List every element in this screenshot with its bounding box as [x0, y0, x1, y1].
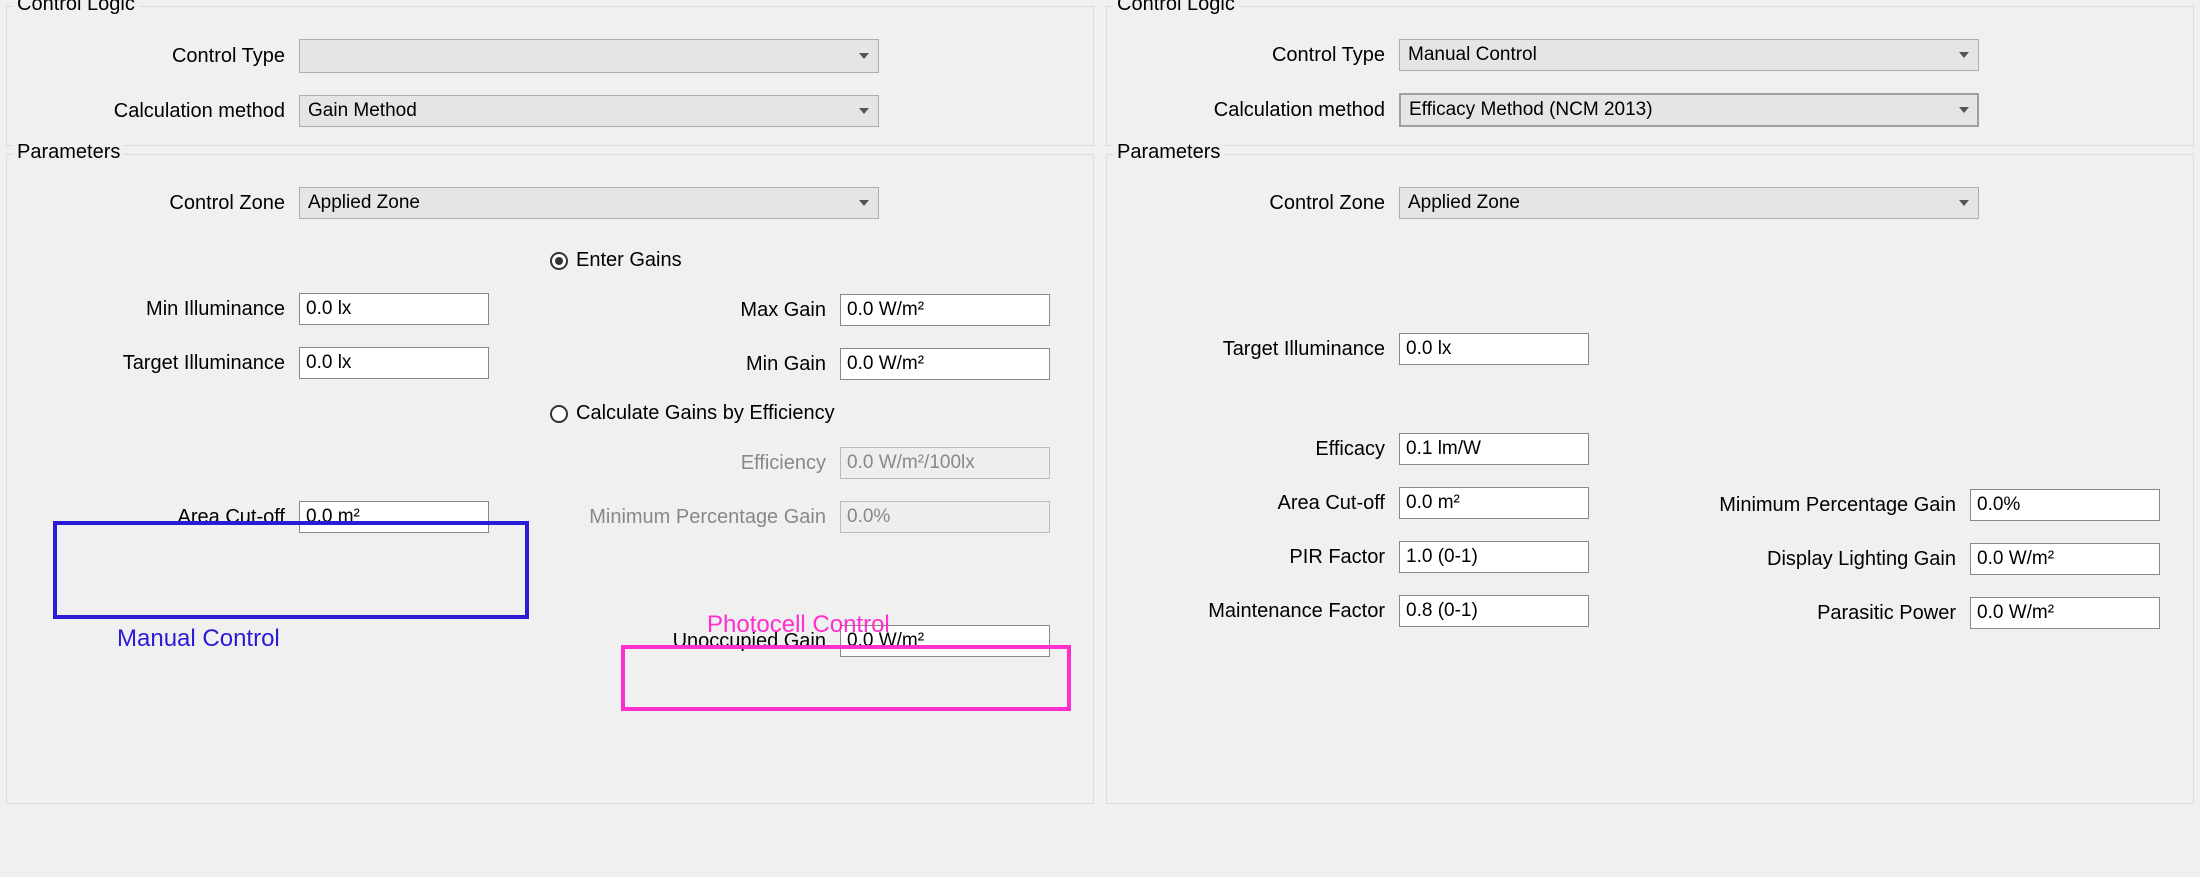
group-title-control-logic-left: Control Logic	[13, 0, 139, 16]
calc-method-label-left: Calculation method	[19, 100, 299, 123]
efficiency-label: Efficiency	[550, 452, 840, 475]
min-pct-gain-label-left: Minimum Percentage Gain	[550, 506, 840, 529]
target-illum-label-right: Target Illuminance	[1119, 338, 1399, 361]
group-parameters-left: Parameters Control Zone Applied Zone Min…	[6, 154, 1094, 804]
pir-label: PIR Factor	[1119, 546, 1399, 569]
radio-calc-eff-label: Calculate Gains by Efficiency	[576, 402, 835, 425]
min-gain-input[interactable]	[840, 348, 1050, 380]
radio-enter-gains[interactable]	[550, 252, 568, 270]
annotation-label-photocell-control: Photocell Control	[707, 611, 890, 639]
annotation-label-manual-control: Manual Control	[117, 625, 280, 653]
control-zone-value-right[interactable]: Applied Zone	[1399, 187, 1979, 219]
calc-method-select-right[interactable]: Efficacy Method (NCM 2013)	[1399, 93, 1979, 127]
group-control-logic-left: Control Logic Control Type Calculation m…	[6, 6, 1094, 146]
calc-method-label-right: Calculation method	[1119, 99, 1399, 122]
max-gain-label: Max Gain	[550, 299, 840, 322]
efficacy-label: Efficacy	[1119, 438, 1399, 461]
parasitic-label: Parasitic Power	[1650, 602, 1970, 625]
min-pct-gain-input-right[interactable]	[1970, 489, 2160, 521]
area-cutoff-input-right[interactable]	[1399, 487, 1589, 519]
min-pct-gain-label-right: Minimum Percentage Gain	[1650, 494, 1970, 517]
left-panel: Control Logic Control Type Calculation m…	[0, 0, 1100, 877]
control-zone-label-left: Control Zone	[19, 192, 299, 215]
group-title-control-logic-right: Control Logic	[1113, 0, 1239, 16]
group-parameters-right: Parameters Control Zone Applied Zone Tar…	[1106, 154, 2194, 804]
efficacy-input[interactable]	[1399, 433, 1589, 465]
maint-label: Maintenance Factor	[1119, 600, 1399, 623]
control-zone-value-left[interactable]: Applied Zone	[299, 187, 879, 219]
calc-method-value-right[interactable]: Efficacy Method (NCM 2013)	[1399, 93, 1979, 127]
display-light-label: Display Lighting Gain	[1650, 548, 1970, 571]
group-control-logic-right: Control Logic Control Type Manual Contro…	[1106, 6, 2194, 146]
max-gain-input[interactable]	[840, 294, 1050, 326]
min-gain-label: Min Gain	[550, 353, 840, 376]
maint-input[interactable]	[1399, 595, 1589, 627]
control-type-value-left[interactable]	[299, 39, 879, 73]
target-illum-input-right[interactable]	[1399, 333, 1589, 365]
group-title-parameters-left: Parameters	[13, 141, 124, 164]
radio-calc-eff[interactable]	[550, 405, 568, 423]
area-cutoff-label-right: Area Cut-off	[1119, 492, 1399, 515]
display-light-input[interactable]	[1970, 543, 2160, 575]
control-zone-select-left[interactable]: Applied Zone	[299, 187, 879, 219]
right-panel: Control Logic Control Type Manual Contro…	[1100, 0, 2200, 877]
control-zone-label-right: Control Zone	[1119, 192, 1399, 215]
parasitic-input[interactable]	[1970, 597, 2160, 629]
min-pct-gain-input-left	[840, 501, 1050, 533]
area-cutoff-label-left: Area Cut-off	[19, 506, 299, 529]
control-type-select-right[interactable]: Manual Control	[1399, 39, 1979, 71]
control-type-label-right: Control Type	[1119, 44, 1399, 67]
efficiency-input	[840, 447, 1050, 479]
control-zone-select-right[interactable]: Applied Zone	[1399, 187, 1979, 219]
control-type-label-left: Control Type	[19, 45, 299, 68]
calc-method-select-left[interactable]: Gain Method	[299, 95, 879, 127]
target-illum-input-left[interactable]	[299, 347, 489, 379]
calc-method-value-left[interactable]: Gain Method	[299, 95, 879, 127]
min-illum-input[interactable]	[299, 293, 489, 325]
radio-enter-gains-label: Enter Gains	[576, 249, 682, 272]
control-type-value-right[interactable]: Manual Control	[1399, 39, 1979, 71]
group-title-parameters-right: Parameters	[1113, 141, 1224, 164]
pir-input[interactable]	[1399, 541, 1589, 573]
area-cutoff-input-left[interactable]	[299, 501, 489, 533]
control-type-select-left[interactable]	[299, 39, 879, 73]
min-illum-label: Min Illuminance	[19, 298, 299, 321]
target-illum-label-left: Target Illuminance	[19, 352, 299, 375]
